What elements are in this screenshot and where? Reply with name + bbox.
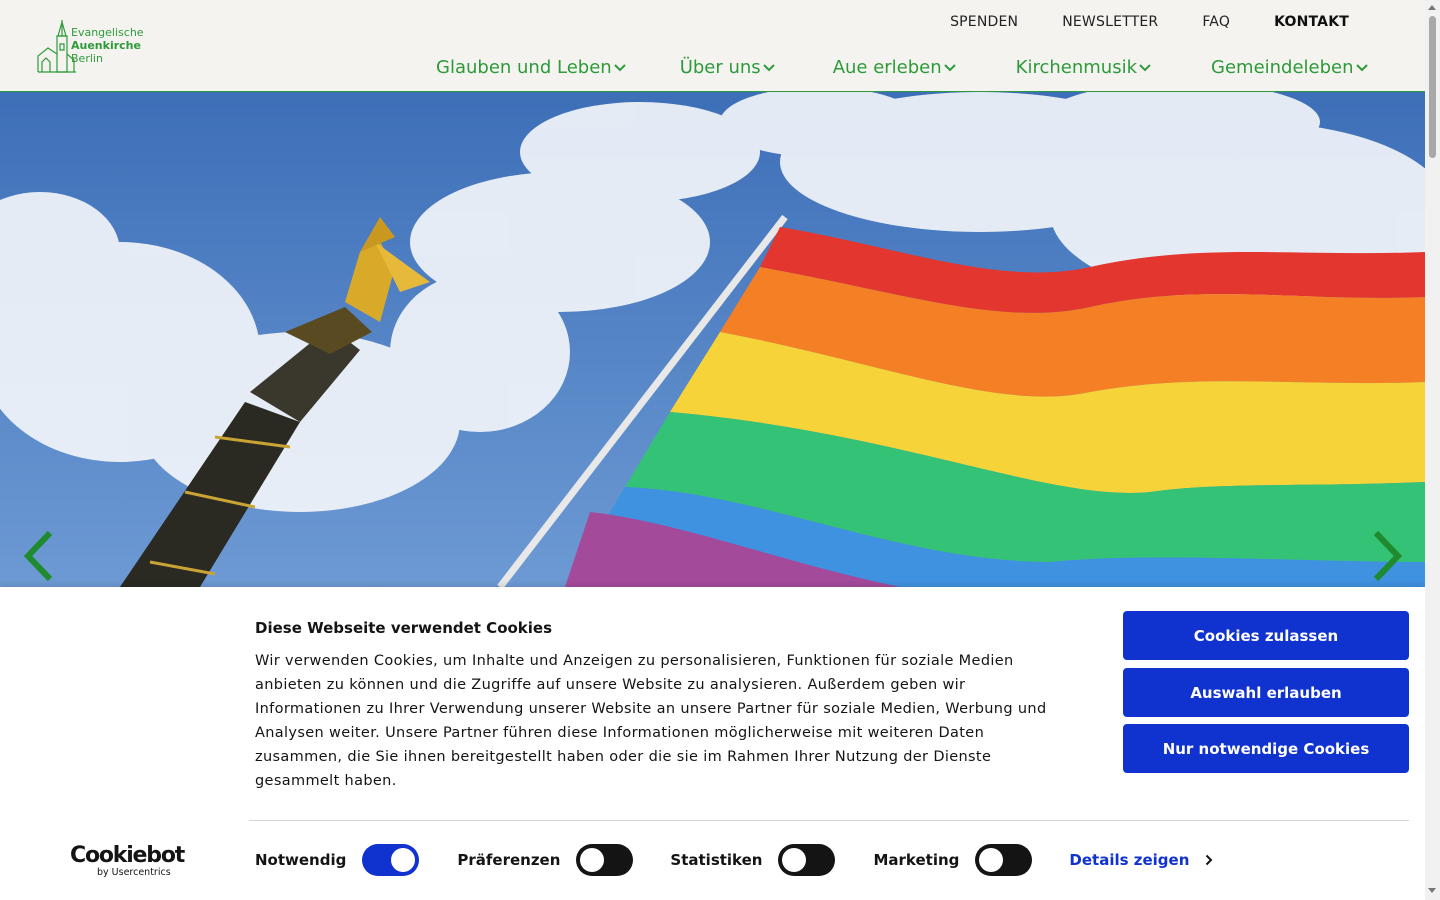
- site-header: Evangelische Auenkirche Berlin SPENDEN N…: [0, 0, 1425, 92]
- statistiken-switch[interactable]: [778, 844, 836, 876]
- toggle-marketing: Marketing: [873, 844, 1033, 876]
- scrollbar-thumb[interactable]: [1429, 16, 1436, 158]
- necessary-cookies-only-button[interactable]: Nur notwendige Cookies: [1123, 724, 1409, 773]
- main-navigation: Glauben und Leben Über uns Aue erleben K…: [436, 57, 1368, 78]
- slider-prev-button[interactable]: [20, 530, 56, 582]
- show-details-link[interactable]: Details zeigen: [1069, 851, 1213, 869]
- nav-link-faq[interactable]: FAQ: [1202, 14, 1230, 30]
- toggle-label: Präferenzen: [457, 851, 561, 869]
- switch-knob: [782, 848, 807, 872]
- page-scrollbar[interactable]: [1425, 0, 1440, 900]
- hero-slider: [0, 92, 1425, 587]
- menu-label: Glauben und Leben: [436, 57, 612, 78]
- cookie-title: Diese Webseite verwendet Cookies: [255, 619, 553, 637]
- nav-link-newsletter[interactable]: NEWSLETTER: [1062, 14, 1158, 30]
- menu-label: Über uns: [679, 57, 761, 78]
- nav-link-kontakt[interactable]: KONTAKT: [1274, 14, 1349, 30]
- menu-kirchenmusik[interactable]: Kirchenmusik: [1016, 57, 1151, 78]
- menu-label: Kirchenmusik: [1015, 57, 1138, 78]
- switch-knob: [391, 848, 416, 872]
- slider-next-button[interactable]: [1370, 530, 1406, 582]
- top-navigation: SPENDEN NEWSLETTER FAQ KONTAKT: [950, 14, 1349, 30]
- toggle-notwendig: Notwendig: [255, 844, 420, 876]
- logo-line-2: Auenkirche: [71, 39, 141, 52]
- menu-gemeindeleben[interactable]: Gemeindeleben: [1211, 57, 1368, 78]
- cookie-consent-banner: Diese Webseite verwendet Cookies Wir ver…: [0, 587, 1425, 900]
- chevron-right-icon: [1373, 530, 1403, 582]
- menu-glauben-und-leben[interactable]: Glauben und Leben: [436, 57, 626, 78]
- toggle-label: Statistiken: [670, 851, 763, 869]
- cookiebot-brand-sub: by Usercentrics: [97, 867, 171, 878]
- cookie-divider: [249, 820, 1409, 821]
- allow-selection-button[interactable]: Auswahl erlauben: [1123, 668, 1409, 717]
- logo-line-3: Berlin: [71, 52, 103, 65]
- chevron-down-icon: [1355, 63, 1368, 71]
- toggle-praeferenzen: Präferenzen: [457, 844, 634, 876]
- cookiebot-brand: Cookiebot: [70, 843, 185, 868]
- allow-all-cookies-button[interactable]: Cookies zulassen: [1123, 611, 1409, 660]
- menu-label: Aue erleben: [832, 57, 942, 78]
- church-icon: [37, 19, 76, 73]
- chevron-down-icon: [1139, 63, 1151, 71]
- logo-line-1: Evangelische: [71, 26, 144, 39]
- nav-link-spenden[interactable]: SPENDEN: [950, 14, 1018, 30]
- notwendig-switch[interactable]: [362, 844, 420, 876]
- menu-aue-erleben[interactable]: Aue erleben: [833, 57, 956, 78]
- cookie-category-toggles: Notwendig Präferenzen Statistiken Market…: [255, 844, 1213, 876]
- chevron-right-icon: [1206, 854, 1213, 866]
- toggle-label: Notwendig: [255, 851, 347, 869]
- marketing-switch[interactable]: [975, 844, 1033, 876]
- chevron-down-icon: [943, 63, 956, 71]
- chevron-down-icon: [762, 63, 775, 71]
- scroll-up-icon[interactable]: [1428, 5, 1436, 10]
- details-label: Details zeigen: [1069, 851, 1190, 869]
- praeferenzen-switch[interactable]: [576, 844, 634, 876]
- site-logo[interactable]: Evangelische Auenkirche Berlin: [36, 18, 146, 76]
- scroll-down-icon[interactable]: [1428, 888, 1436, 893]
- cookiebot-logo[interactable]: Cookiebot by Usercentrics: [70, 843, 185, 879]
- toggle-label: Marketing: [873, 851, 960, 869]
- cookie-description: Wir verwenden Cookies, um Inhalte und An…: [255, 653, 1047, 789]
- hero-image: [0, 92, 1425, 587]
- chevron-down-icon: [613, 63, 626, 71]
- switch-knob: [979, 848, 1004, 872]
- switch-knob: [580, 848, 605, 872]
- chevron-left-icon: [23, 530, 53, 582]
- menu-ueber-uns[interactable]: Über uns: [680, 57, 775, 78]
- logo-text: Evangelische Auenkirche Berlin: [71, 26, 144, 65]
- menu-label: Gemeindeleben: [1211, 57, 1354, 78]
- toggle-statistiken: Statistiken: [670, 844, 836, 876]
